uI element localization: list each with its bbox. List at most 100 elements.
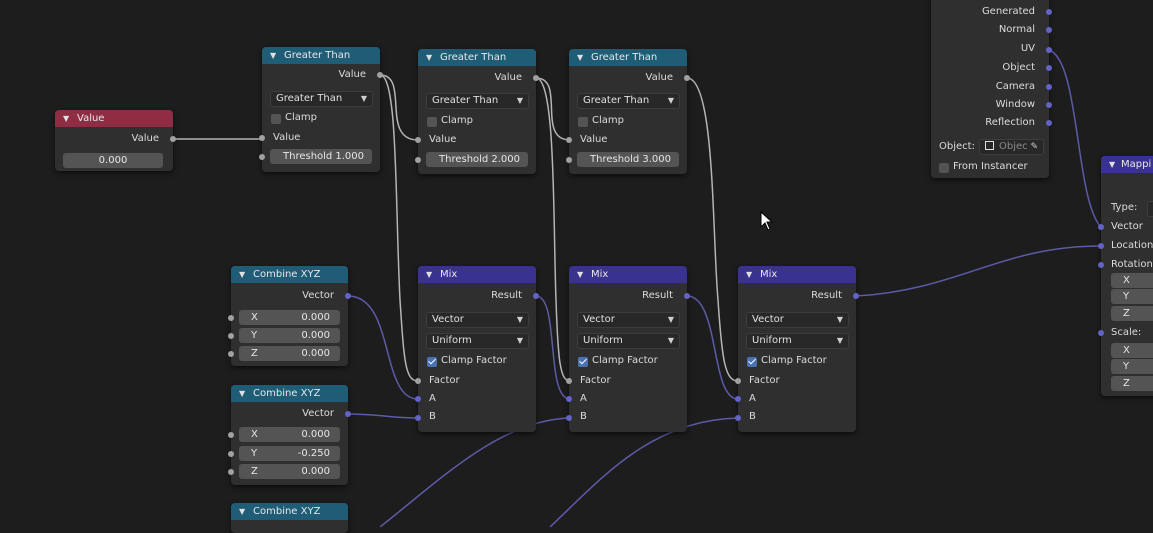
threshold-field[interactable]: Threshold 1.000 <box>270 149 372 164</box>
combine-xyz-header[interactable]: ▼ Combine XYZ <box>231 266 348 283</box>
chevron-down-icon[interactable]: ▼ <box>426 49 432 66</box>
mix-node-2[interactable]: ▼ Mix Result Vector ▼ Uniform ▼ Clamp Fa… <box>566 266 690 432</box>
greater-than-header[interactable]: ▼ Greater Than <box>418 49 536 66</box>
data-type-dropdown[interactable]: Vector ▼ <box>746 312 849 328</box>
a-socket[interactable] <box>735 396 741 402</box>
value-field[interactable]: 0.000 <box>63 153 163 168</box>
input-socket[interactable] <box>415 137 421 143</box>
object-picker[interactable]: Objec ✎ <box>979 139 1044 155</box>
greater-than-header[interactable]: ▼ Greater Than <box>569 49 687 66</box>
chevron-down-icon[interactable]: ▼ <box>426 266 432 283</box>
scale-input-socket[interactable] <box>1098 330 1104 336</box>
clamp-factor-checkbox[interactable] <box>747 357 757 367</box>
combine-xyz-header[interactable]: ▼ Combine XYZ <box>231 385 348 402</box>
x-field[interactable]: X 0.000 <box>239 427 340 442</box>
x-socket[interactable] <box>228 432 234 438</box>
uv-socket[interactable] <box>1046 47 1052 53</box>
result-output-socket[interactable] <box>684 293 690 299</box>
normal-socket[interactable] <box>1046 27 1052 33</box>
threshold-field[interactable]: Threshold 3.000 <box>577 152 679 167</box>
scale-y-field[interactable]: Y <box>1111 359 1153 374</box>
threshold-socket[interactable] <box>259 154 265 160</box>
scale-z-field[interactable]: Z <box>1111 376 1153 391</box>
chevron-down-icon[interactable]: ▼ <box>239 385 245 402</box>
rotation-y-field[interactable]: Y <box>1111 289 1153 304</box>
factor-socket[interactable] <box>415 378 421 384</box>
combine-xyz-node-1[interactable]: ▼ Combine XYZ Vector X 0.000 Y 0.000 Z 0… <box>228 266 351 366</box>
chevron-down-icon[interactable]: ▼ <box>1109 156 1115 173</box>
window-socket[interactable] <box>1046 102 1052 108</box>
threshold-field[interactable]: Threshold 2.000 <box>426 152 528 167</box>
object-socket[interactable] <box>1046 65 1052 71</box>
greater-than-node-3[interactable]: ▼ Greater Than Value Greater Than ▼ Clam… <box>566 49 690 174</box>
x-socket[interactable] <box>228 315 234 321</box>
input-socket[interactable] <box>566 137 572 143</box>
type-dropdown[interactable] <box>1147 201 1153 217</box>
y-socket[interactable] <box>228 451 234 457</box>
operation-dropdown[interactable]: Greater Than ▼ <box>426 93 529 109</box>
y-socket[interactable] <box>228 333 234 339</box>
result-output-socket[interactable] <box>533 293 539 299</box>
value-node-header[interactable]: ▼ Value <box>55 110 173 127</box>
mix-node-1[interactable]: ▼ Mix Result Vector ▼ Uniform ▼ Clamp Fa… <box>415 266 539 432</box>
factor-mode-dropdown[interactable]: Uniform ▼ <box>746 333 849 349</box>
x-field[interactable]: X 0.000 <box>239 310 340 325</box>
generated-socket[interactable] <box>1046 9 1052 15</box>
reflection-socket[interactable] <box>1046 120 1052 126</box>
mix-header[interactable]: ▼ Mix <box>738 266 856 283</box>
mix-node-3[interactable]: ▼ Mix Result Vector ▼ Uniform ▼ Clamp Fa… <box>735 266 859 432</box>
factor-mode-dropdown[interactable]: Uniform ▼ <box>426 333 529 349</box>
z-field[interactable]: Z 0.000 <box>239 346 340 361</box>
value-node[interactable]: ▼ Value Value 0.000 <box>55 110 176 171</box>
output-socket[interactable] <box>684 75 690 81</box>
camera-socket[interactable] <box>1046 84 1052 90</box>
y-field[interactable]: Y 0.000 <box>239 328 340 343</box>
rotation-x-field[interactable]: X <box>1111 273 1153 288</box>
texture-coordinate-node[interactable]: Generated Normal UV Object Camera Window… <box>931 0 1052 178</box>
result-output-socket[interactable] <box>853 293 859 299</box>
clamp-checkbox[interactable] <box>578 117 588 127</box>
chevron-down-icon[interactable]: ▼ <box>577 266 583 283</box>
factor-mode-dropdown[interactable]: Uniform ▼ <box>577 333 680 349</box>
output-socket[interactable] <box>533 75 539 81</box>
z-socket[interactable] <box>228 469 234 475</box>
factor-socket[interactable] <box>735 378 741 384</box>
chevron-down-icon[interactable]: ▼ <box>270 47 276 64</box>
clamp-factor-checkbox[interactable] <box>427 357 437 367</box>
vector-input-socket[interactable] <box>1098 224 1104 230</box>
b-socket[interactable] <box>735 415 741 421</box>
clamp-checkbox[interactable] <box>427 117 437 127</box>
clamp-checkbox[interactable] <box>271 114 281 124</box>
vector-output-socket[interactable] <box>345 411 351 417</box>
rotation-input-socket[interactable] <box>1098 262 1104 268</box>
b-socket[interactable] <box>566 415 572 421</box>
output-socket[interactable] <box>377 72 383 78</box>
a-socket[interactable] <box>566 396 572 402</box>
chevron-down-icon[interactable]: ▼ <box>63 110 69 127</box>
vector-output-socket[interactable] <box>345 293 351 299</box>
combine-xyz-node-2[interactable]: ▼ Combine XYZ Vector X 0.000 Y -0.250 Z … <box>228 385 351 485</box>
chevron-down-icon[interactable]: ▼ <box>239 503 245 520</box>
a-socket[interactable] <box>415 396 421 402</box>
y-field[interactable]: Y -0.250 <box>239 446 340 461</box>
chevron-down-icon[interactable]: ▼ <box>746 266 752 283</box>
mix-header[interactable]: ▼ Mix <box>418 266 536 283</box>
input-socket[interactable] <box>259 135 265 141</box>
greater-than-header[interactable]: ▼ Greater Than <box>262 47 380 64</box>
location-input-socket[interactable] <box>1098 243 1104 249</box>
eyedropper-icon[interactable]: ✎ <box>1030 140 1038 154</box>
combine-xyz-header[interactable]: ▼ Combine XYZ <box>231 503 348 520</box>
threshold-socket[interactable] <box>415 157 421 163</box>
operation-dropdown[interactable]: Greater Than ▼ <box>577 93 680 109</box>
z-field[interactable]: Z 0.000 <box>239 464 340 479</box>
rotation-z-field[interactable]: Z <box>1111 306 1153 321</box>
threshold-socket[interactable] <box>566 157 572 163</box>
combine-xyz-node-3[interactable]: ▼ Combine XYZ <box>231 503 348 533</box>
chevron-down-icon[interactable]: ▼ <box>239 266 245 283</box>
scale-x-field[interactable]: X <box>1111 343 1153 358</box>
z-socket[interactable] <box>228 351 234 357</box>
mapping-header[interactable]: ▼ Mappi <box>1101 156 1153 173</box>
greater-than-node-2[interactable]: ▼ Greater Than Value Greater Than ▼ Clam… <box>415 49 539 174</box>
operation-dropdown[interactable]: Greater Than ▼ <box>270 91 373 107</box>
value-output-socket[interactable] <box>170 136 176 142</box>
